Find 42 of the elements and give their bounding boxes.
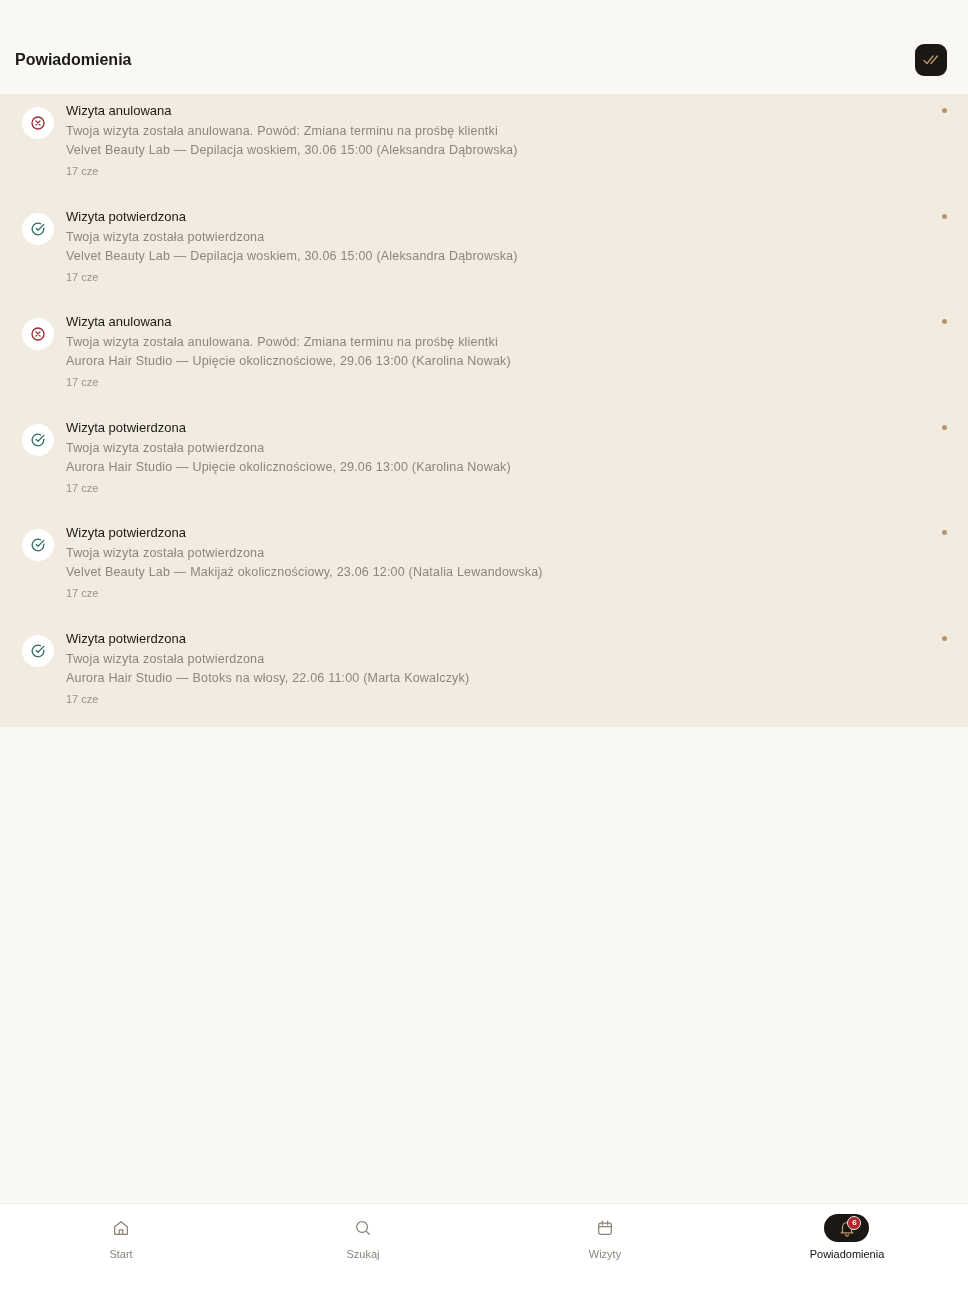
notification-title: Wizyta potwierdzona bbox=[66, 207, 187, 226]
notification-time: 17 cze bbox=[66, 586, 100, 600]
appointment-details: Aurora Hair Studio — Botoks na włosy, 22.06 11:00 (Marta Kowalczyk) bbox=[66, 669, 471, 687]
notification-item[interactable]: Wizyta anulowana Twoja wizyta została anulowana. Powód: Zmiana terminu na prośbę klientki Velvet Beauty Lab — Depilacja woskiem, 30.06 15:00 (Aleksandra Dąbrowska) 17 cze bbox=[0, 94, 968, 200]
double-check-icon bbox=[923, 55, 939, 65]
notification-item[interactable]: Wizyta anulowana Twoja wizyta została anulowana. Powód: Zmiana terminu na prośbę klientki Aurora Hair Studio — Upięcie okolicznościowe, 29.06 13:00 (Karolina Nowak) 17 cze bbox=[0, 305, 968, 411]
notification-message: Twoja wizyta została potwierdzona bbox=[66, 650, 266, 668]
appointment-details: Aurora Hair Studio — Upięcie okolicznościowe, 29.06 13:00 (Karolina Nowak) bbox=[66, 458, 512, 476]
notification-item[interactable]: Wizyta potwierdzona Twoja wizyta została potwierdzona Velvet Beauty Lab — Depilacja woskiem, 30.06 15:00 (Aleksandra Dąbrowska) 17 cze bbox=[0, 199, 968, 305]
appointment-details: Velvet Beauty Lab — Depilacja woskiem, 30.06 15:00 (Aleksandra Dąbrowska) bbox=[66, 142, 519, 159]
notification-title: Wizyta potwierdzona bbox=[66, 629, 187, 648]
notification-item[interactable]: Wizyta potwierdzona Twoja wizyta została potwierdzona Aurora Hair Studio — Botoks na włosy, 22.06 11:00 (Marta Kowalczyk) 17 cze bbox=[0, 621, 968, 727]
notification-time: 17 cze bbox=[66, 269, 100, 284]
notification-time: 17 cze bbox=[66, 691, 100, 706]
notification-title: Wizyta anulowana bbox=[66, 102, 173, 120]
appointment-details: Aurora Hair Studio — Upięcie okolicznościowe, 29.06 13:00 (Karolina Nowak) bbox=[66, 353, 512, 370]
home-icon bbox=[112, 1219, 130, 1237]
notification-title: Wizyta potwierdzona bbox=[66, 418, 187, 437]
appointment-details: Velvet Beauty Lab — Makijaż okolicznościowy, 23.06 12:00 (Natalia Lewandowska) bbox=[66, 564, 544, 581]
mark-all-read-button[interactable] bbox=[915, 44, 947, 76]
notification-message: Twoja wizyta została anulowana. Powód: Zmiana terminu na prośbę klientki bbox=[66, 334, 499, 351]
notification-title: Wizyta potwierdzona bbox=[66, 524, 187, 542]
appointment-details: Velvet Beauty Lab — Depilacja woskiem, 30.06 15:00 (Aleksandra Dąbrowska) bbox=[66, 247, 519, 265]
notification-message: Twoja wizyta została potwierdzona bbox=[66, 228, 266, 246]
notification-item[interactable]: Wizyta potwierdzona Twoja wizyta została potwierdzona Velvet Beauty Lab — Makijaż okolicznościowy, 23.06 12:00 (Natalia Lewandowska) 17 cze bbox=[0, 516, 968, 622]
notification-item[interactable]: Wizyta potwierdzona Twoja wizyta została potwierdzona Aurora Hair Studio — Upięcie okolicznościowe, 29.06 13:00 (Karolina Nowak) 17 cze bbox=[0, 410, 968, 516]
notification-message: Twoja wizyta została potwierdzona bbox=[66, 545, 266, 562]
notification-title: Wizyta anulowana bbox=[66, 313, 173, 331]
search-icon bbox=[354, 1219, 372, 1237]
notification-time: 17 cze bbox=[66, 375, 100, 389]
nav-tab[interactable]: Szukaj bbox=[340, 1214, 386, 1261]
notification-time: 17 cze bbox=[66, 480, 100, 495]
nav-tab[interactable]: Wizyty bbox=[582, 1214, 628, 1261]
calendar-icon bbox=[596, 1219, 614, 1237]
page-title: Powiadomienia bbox=[15, 50, 132, 70]
nav-tab[interactable]: 6 Powiadomienia bbox=[809, 1214, 885, 1261]
notification-message: Twoja wizyta została anulowana. Powód: Zmiana terminu na prośbę klientki bbox=[66, 123, 499, 140]
notification-message: Twoja wizyta została potwierdzona bbox=[66, 439, 266, 457]
notification-time: 17 cze bbox=[66, 164, 100, 178]
nav-tab[interactable]: Start bbox=[98, 1214, 144, 1261]
bell-icon bbox=[838, 1219, 856, 1237]
count-badge: 6 bbox=[847, 1216, 862, 1230]
